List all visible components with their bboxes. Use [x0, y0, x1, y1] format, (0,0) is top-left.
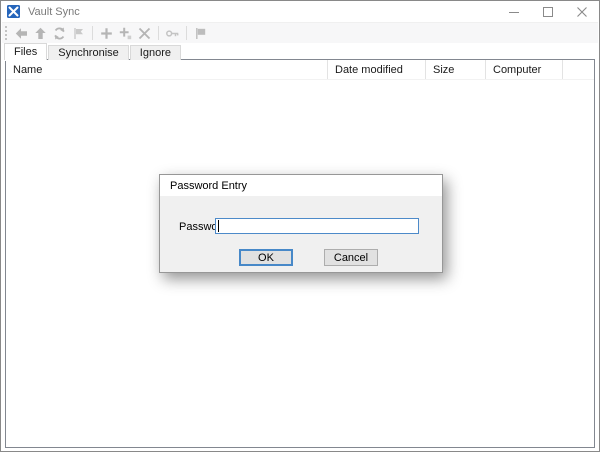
- column-header-blank: [563, 60, 594, 79]
- add-icon: [99, 26, 114, 41]
- report-flag-icon: [193, 26, 208, 41]
- close-icon: [577, 7, 587, 17]
- tab-files-label: Files: [14, 46, 37, 58]
- column-header-date-modified[interactable]: Date modified: [328, 60, 426, 79]
- toolbar: [2, 22, 598, 43]
- tab-synchronise-label: Synchronise: [58, 47, 119, 59]
- text-caret: [218, 220, 219, 232]
- column-header-name-label: Name: [13, 64, 42, 76]
- column-header-size[interactable]: Size: [426, 60, 486, 79]
- tab-files[interactable]: Files: [4, 43, 47, 60]
- back-button[interactable]: [13, 25, 30, 42]
- add-button[interactable]: [98, 25, 115, 42]
- up-arrow-icon: [33, 26, 48, 41]
- titlebar: Vault Sync: [1, 1, 599, 22]
- column-header-size-label: Size: [433, 64, 454, 76]
- delete-button[interactable]: [136, 25, 153, 42]
- flag-icon: [71, 26, 86, 41]
- cancel-button-label: Cancel: [334, 252, 368, 264]
- ok-button-label: OK: [258, 252, 274, 264]
- dialog-title: Password Entry: [170, 180, 247, 192]
- cancel-button[interactable]: Cancel: [324, 249, 378, 266]
- close-button[interactable]: [565, 1, 599, 22]
- dialog-titlebar: Password Entry: [160, 175, 442, 196]
- password-entry-dialog: Password Entry Password: OK Cancel: [159, 174, 443, 273]
- tab-synchronise[interactable]: Synchronise: [48, 45, 129, 60]
- column-header-computer-label: Computer: [493, 64, 541, 76]
- vault-sync-window: Vault Sync: [0, 0, 600, 452]
- minimize-icon: [509, 7, 519, 17]
- column-header-computer[interactable]: Computer: [486, 60, 563, 79]
- tab-ignore-label: Ignore: [140, 47, 171, 59]
- maximize-icon: [543, 7, 553, 17]
- add-secondary-icon: [118, 26, 133, 41]
- report-flag-button[interactable]: [192, 25, 209, 42]
- add-secondary-button[interactable]: [117, 25, 134, 42]
- tab-ignore[interactable]: Ignore: [130, 45, 181, 60]
- file-list-header: Name Date modified Size Computer: [6, 60, 594, 80]
- window-title: Vault Sync: [28, 6, 80, 18]
- window-controls: [497, 1, 599, 22]
- flag-button[interactable]: [70, 25, 87, 42]
- refresh-button[interactable]: [51, 25, 68, 42]
- minimize-button[interactable]: [497, 1, 531, 22]
- password-input[interactable]: [215, 218, 419, 234]
- column-header-date-modified-label: Date modified: [335, 64, 403, 76]
- refresh-icon: [52, 26, 67, 41]
- toolbar-separator: [186, 26, 187, 40]
- delete-icon: [137, 26, 152, 41]
- toolbar-separator: [92, 26, 93, 40]
- key-button[interactable]: [164, 25, 181, 42]
- key-icon: [165, 26, 180, 41]
- back-arrow-icon: [14, 26, 29, 41]
- toolbar-grip[interactable]: [5, 26, 8, 40]
- tabstrip: Files Synchronise Ignore: [4, 43, 182, 60]
- maximize-button[interactable]: [531, 1, 565, 22]
- up-button[interactable]: [32, 25, 49, 42]
- ok-button[interactable]: OK: [239, 249, 293, 266]
- toolbar-separator: [158, 26, 159, 40]
- column-header-name[interactable]: Name: [6, 60, 328, 79]
- vault-sync-logo-icon: [7, 5, 20, 18]
